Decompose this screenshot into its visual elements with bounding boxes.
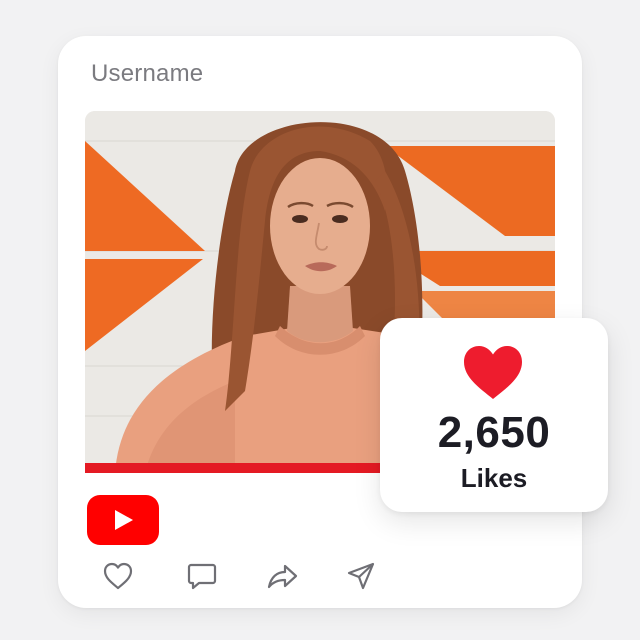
post-actions [98, 556, 398, 596]
comment-icon[interactable] [182, 556, 222, 596]
heart-outline-icon[interactable] [98, 556, 138, 596]
likes-badge: 2,650 Likes [380, 318, 608, 512]
username[interactable]: Username [91, 60, 203, 88]
likes-label: Likes [460, 463, 528, 493]
youtube-play-icon[interactable] [87, 495, 159, 545]
heart-filled-icon[interactable] [461, 344, 525, 402]
likes-count: 2,650 [437, 408, 551, 457]
video-progress-fill [85, 463, 382, 473]
share-icon[interactable] [262, 556, 302, 596]
send-icon[interactable] [341, 556, 381, 596]
